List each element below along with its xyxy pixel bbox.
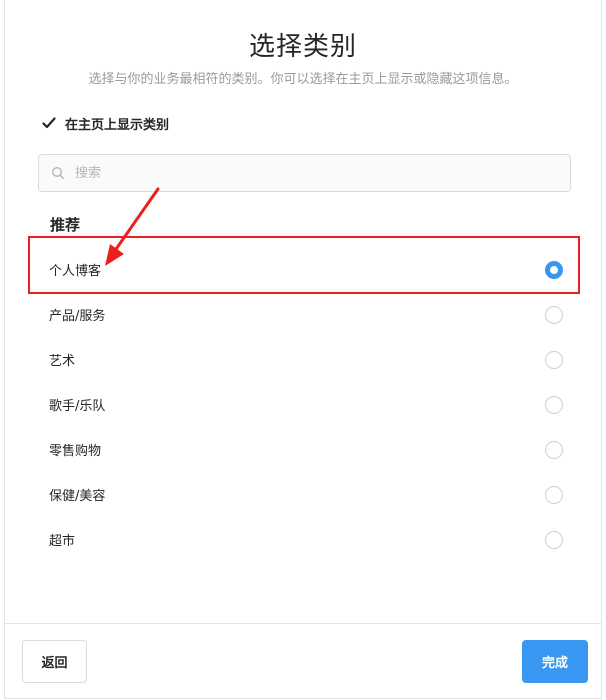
radio-unselected-icon[interactable] (545, 350, 563, 369)
category-row[interactable]: 产品/服务 (5, 292, 603, 337)
category-row[interactable]: 歌手/乐队 (5, 382, 603, 427)
radio-unselected-icon[interactable] (545, 485, 563, 504)
radio-selected-icon[interactable] (545, 260, 563, 279)
dialog-title: 选择类别 (248, 32, 357, 62)
checkmark-icon[interactable] (41, 115, 57, 131)
dialog-subtitle: 选择与你的业务最相符的类别。你可以选择在主页上显示或隐藏这项信息。 (88, 72, 518, 87)
category-row[interactable]: 超市 (5, 517, 603, 562)
category-label: 个人博客 (49, 264, 102, 279)
show-category-toggle[interactable]: 在主页上显示类别 (41, 113, 169, 133)
search-input[interactable] (73, 164, 557, 182)
section-title-recommended: 推荐 (50, 216, 81, 234)
category-row[interactable]: 个人博客 (5, 247, 603, 292)
category-label: 艺术 (49, 354, 76, 369)
category-dialog: 选择类别 选择与你的业务最相符的类别。你可以选择在主页上显示或隐藏这项信息。 在… (4, 0, 602, 699)
category-label: 超市 (49, 534, 76, 549)
category-list: 个人博客 产品/服务 艺术 歌手/乐队 零售购物 保健/美容 超市 (5, 247, 603, 562)
radio-unselected-icon[interactable] (545, 395, 563, 414)
search-icon (51, 166, 65, 180)
category-label: 保健/美容 (49, 489, 106, 504)
category-row[interactable]: 保健/美容 (5, 472, 603, 517)
annotation-arrow-icon (105, 187, 160, 266)
radio-unselected-icon[interactable] (545, 440, 563, 459)
category-label: 产品/服务 (49, 309, 106, 324)
category-label: 歌手/乐队 (49, 399, 106, 414)
back-button[interactable]: 返回 (22, 640, 87, 683)
category-label: 零售购物 (49, 444, 102, 459)
done-button[interactable]: 完成 (522, 640, 588, 683)
category-row[interactable]: 艺术 (5, 337, 603, 382)
show-category-label: 在主页上显示类别 (65, 117, 170, 133)
radio-unselected-icon[interactable] (545, 305, 563, 324)
category-row[interactable]: 零售购物 (5, 427, 603, 472)
radio-unselected-icon[interactable] (545, 530, 563, 549)
footer-divider (5, 623, 601, 624)
